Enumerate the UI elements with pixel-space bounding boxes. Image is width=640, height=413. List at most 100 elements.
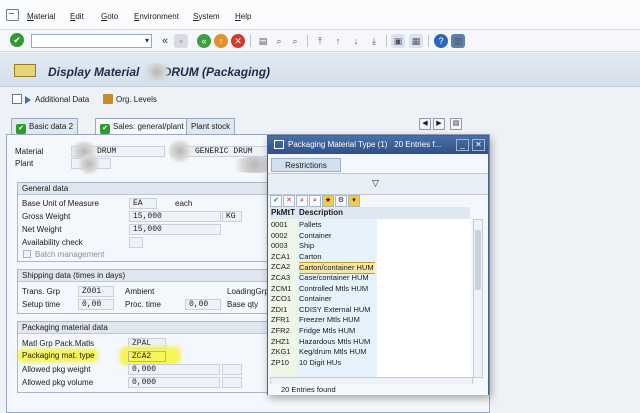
menu-edit[interactable]: Edit [70, 12, 84, 21]
menu-system[interactable]: System [193, 12, 220, 21]
value-help-dialog: Packaging Material Type (1) 20 Entries f… [267, 135, 489, 395]
tab-plant-stock[interactable]: Plant stock [186, 118, 235, 134]
net-weight-field: 15,000 [129, 224, 221, 235]
customize-layout-icon[interactable]: ▥ [451, 34, 465, 48]
command-field[interactable]: ▾ [31, 34, 152, 48]
chevron-down-icon[interactable]: ▾ [145, 36, 149, 45]
weight-unit-field [222, 364, 242, 375]
list-item[interactable]: 0003Ship [270, 241, 475, 251]
menu-environment[interactable]: Environment [134, 12, 179, 21]
list-item[interactable]: ZP1010 Digit HUs [270, 358, 475, 368]
batch-management-checkbox[interactable] [23, 250, 31, 258]
last-page-icon[interactable]: ⤓ [367, 34, 381, 48]
tab-sales-general-plant[interactable]: ✔Sales: general/plant [95, 118, 189, 134]
save-icon[interactable]: ▫ [174, 34, 188, 48]
loading-grp-label: LoadingGrp [227, 287, 269, 296]
copy-check-icon[interactable]: ✔ [270, 195, 282, 207]
print-icon[interactable]: ▤ [256, 34, 270, 48]
list-item[interactable]: ZFR1Freezer Mtls HUM [270, 315, 475, 325]
list-header: PkMtT Description [270, 207, 470, 219]
allowed-pkg-weight-label: Allowed pkg weight [22, 365, 90, 374]
volume-unit-field [222, 377, 242, 388]
scrollbar-thumb[interactable] [475, 230, 481, 290]
tab-left-arrow-icon[interactable]: ◀ [419, 118, 431, 130]
tab-label: Plant stock [191, 122, 230, 131]
list-item[interactable]: ZCO1Container [270, 294, 475, 304]
item-code: ZKG1 [271, 347, 297, 357]
minimize-icon[interactable]: _ [456, 139, 469, 151]
settings-icon[interactable]: ⚙ [335, 195, 347, 207]
back-icon[interactable]: « [197, 34, 211, 48]
list-item[interactable]: ZDI1CDISY External HUM [270, 305, 475, 315]
packaging-mat-type-field[interactable]: ZCA2 [128, 351, 166, 362]
item-code: ZCA1 [271, 252, 297, 262]
menu-help[interactable]: Help [235, 12, 251, 21]
exit-icon[interactable]: ↑ [214, 34, 228, 48]
find-icon[interactable]: ⌕ [272, 34, 286, 48]
item-code: ZCA2 [271, 262, 297, 272]
first-page-icon[interactable]: ⤒ [313, 34, 327, 48]
item-code: ZP10 [271, 358, 297, 368]
dialog-title: Packaging Material Type (1) 20 Entries f… [288, 136, 441, 154]
item-description: 10 Digit HUs [299, 358, 375, 368]
list-item[interactable]: ZCM1Controlled Mtls HUM [270, 284, 475, 294]
item-code: 0003 [271, 241, 297, 251]
find-icon[interactable]: ⌕ [296, 195, 308, 207]
base-uom-text: each [175, 199, 192, 208]
dialog-titlebar: Packaging Material Type (1) 20 Entries f… [268, 136, 488, 154]
list-item[interactable]: ZCA1Carton [270, 252, 475, 262]
item-code: ZCA3 [271, 273, 297, 283]
sort-icon[interactable]: ★ [322, 195, 334, 207]
list-item[interactable]: 0002Container [270, 231, 475, 241]
tab-restrictions[interactable]: Restrictions [271, 158, 341, 172]
gross-weight-label: Gross Weight [22, 212, 70, 221]
previous-page-icon[interactable]: ↑ [331, 34, 345, 48]
list-item[interactable]: ZKG1Keg/drum Mtls HUM [270, 347, 475, 357]
filter-toggle-icon[interactable]: ▽ [372, 178, 379, 189]
list-item[interactable]: ZCA3Case/container HUM [270, 273, 475, 283]
close-icon[interactable]: ✕ [472, 139, 485, 151]
item-code: 0001 [271, 220, 297, 230]
gross-weight-field: 15,000 [129, 211, 221, 222]
menu-goto[interactable]: Goto [101, 12, 118, 21]
org-levels-button[interactable]: Org. Levels [103, 94, 157, 104]
item-code: ZCO1 [271, 294, 297, 304]
additional-data-button[interactable]: Additional Data [12, 94, 89, 104]
toolbar-divider [307, 35, 308, 47]
toolbar-divider [428, 35, 429, 47]
enter-check-icon[interactable]: ✔ [10, 33, 24, 47]
tab-basic-data-2[interactable]: ✔Basic data 2 [11, 118, 78, 134]
additional-data-label: Additional Data [35, 95, 89, 104]
list-item[interactable]: ZCA2Carton/container HUM [270, 262, 475, 272]
list-item[interactable]: 0001Pallets [270, 220, 475, 230]
cancel-icon[interactable]: ✕ [231, 34, 245, 48]
list-item[interactable]: ZFR2Fridge Mtls HUM [270, 326, 475, 336]
column-header-description[interactable]: Description [299, 208, 343, 217]
vertical-scrollbar[interactable] [473, 219, 483, 378]
item-description: Controlled Mtls HUM [299, 284, 375, 294]
find-next-icon[interactable]: ⌕ [288, 34, 302, 48]
cancel-icon[interactable]: ✕ [283, 195, 295, 207]
find-next-icon[interactable]: ⌕ [309, 195, 321, 207]
allowed-pkg-volume-label: Allowed pkg volume [22, 378, 93, 387]
item-description: Carton [299, 252, 375, 262]
material-label: Material [15, 147, 43, 156]
item-description: Freezer Mtls HUM [299, 315, 375, 325]
item-code: ZFR1 [271, 315, 297, 325]
help-icon[interactable]: ? [434, 34, 448, 48]
tab-right-arrow-icon[interactable]: ▶ [433, 118, 445, 130]
list-item[interactable]: ZHZ1Hazardous Mtls HUM [270, 337, 475, 347]
column-header-code[interactable]: PkMtT [271, 208, 295, 217]
new-session-icon[interactable]: ▣ [391, 34, 405, 48]
packaging-mat-type-label: Packaging mat. type [20, 351, 96, 360]
save-as-icon[interactable]: ▾ [348, 195, 360, 207]
result-list: PkMtT Description 0001Pallets0002Contain… [270, 207, 470, 377]
next-page-icon[interactable]: ↓ [349, 34, 363, 48]
sap-menu-icon[interactable] [6, 9, 19, 21]
menu-material[interactable]: Material [27, 12, 55, 21]
double-chevron-left-icon[interactable]: « [158, 34, 172, 48]
material-icon [14, 64, 36, 77]
tab-list-icon[interactable]: ▤ [450, 118, 462, 130]
item-code: ZDI1 [271, 305, 297, 315]
shortcut-icon[interactable]: ▦ [409, 34, 423, 48]
